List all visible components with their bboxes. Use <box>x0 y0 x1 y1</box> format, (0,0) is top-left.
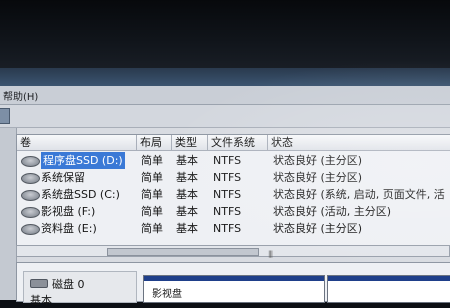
menu-bar: 帮助(H) <box>0 86 450 105</box>
volume-filesystem: NTFS <box>213 154 242 167</box>
volume-status: 状态良好 (主分区) <box>273 222 363 235</box>
disk-drive-icon <box>21 207 40 218</box>
toolbar-back-icon[interactable] <box>0 108 10 124</box>
volume-layout: 简单 <box>141 188 163 201</box>
volume-type: 基本 <box>176 188 198 201</box>
monitor-bezel <box>0 0 450 72</box>
column-header-filesystem[interactable]: 文件系统 <box>208 135 268 151</box>
partition-label: 影视盘 <box>152 289 182 300</box>
disk-0-card[interactable]: 磁盘 0 基本 <box>23 271 137 307</box>
partition-block[interactable] <box>327 275 450 303</box>
left-frame <box>0 128 17 300</box>
volume-name: 资料盘 (E:) <box>41 222 97 235</box>
disk-type: 基本 <box>30 294 52 307</box>
volume-filesystem: NTFS <box>213 205 242 218</box>
volume-list: 卷 布局 类型 文件系统 状态 程序盘SSD (D:) 简单 基本 NTFS 状… <box>16 134 450 246</box>
toolbar <box>0 105 450 128</box>
volume-name: 系统盘SSD (C:) <box>41 188 120 201</box>
partition-block[interactable]: 影视盘 <box>143 275 325 303</box>
hard-disk-icon <box>30 279 48 288</box>
volume-layout: 简单 <box>141 171 163 184</box>
volume-status: 状态良好 (主分区) <box>273 154 363 167</box>
volume-layout: 简单 <box>141 205 163 218</box>
volume-layout: 简单 <box>141 222 163 235</box>
volume-name: 系统保留 <box>41 171 85 184</box>
volume-filesystem: NTFS <box>213 222 242 235</box>
volume-filesystem: NTFS <box>213 171 242 184</box>
horizontal-scrollbar[interactable]: ||| <box>16 245 450 258</box>
volume-type: 基本 <box>176 205 198 218</box>
scrollbar-grip: ||| <box>268 250 273 258</box>
partition-stripe <box>328 276 450 281</box>
volume-row[interactable]: 资料盘 (E:) 简单 基本 NTFS 状态良好 (主分区) <box>17 220 450 237</box>
scrollbar-thumb[interactable]: ||| <box>107 248 273 258</box>
disk-drive-icon <box>21 173 40 184</box>
menu-help[interactable]: 帮助(H) <box>3 88 38 103</box>
volume-status: 状态良好 (系统, 启动, 页面文件, 活 <box>273 188 445 201</box>
volume-type: 基本 <box>176 222 198 235</box>
column-header-volume[interactable]: 卷 <box>17 135 137 151</box>
volume-status: 状态良好 (活动, 主分区) <box>273 205 392 218</box>
volume-row[interactable]: 系统盘SSD (C:) 简单 基本 NTFS 状态良好 (系统, 启动, 页面文… <box>17 186 450 203</box>
volume-name: 影视盘 (F:) <box>41 205 96 218</box>
column-header-layout[interactable]: 布局 <box>137 135 172 151</box>
volume-row[interactable]: 影视盘 (F:) 简单 基本 NTFS 状态良好 (活动, 主分区) <box>17 203 450 220</box>
volume-row[interactable]: 程序盘SSD (D:) 简单 基本 NTFS 状态良好 (主分区) <box>17 152 450 169</box>
disk-label: 磁盘 0 <box>52 278 85 291</box>
volume-filesystem: NTFS <box>213 188 242 201</box>
partition-stripe <box>144 276 324 281</box>
volume-status: 状态良好 (主分区) <box>273 171 363 184</box>
disk-drive-icon <box>21 190 40 201</box>
volume-layout: 简单 <box>141 154 163 167</box>
disk-map-pane: 磁盘 0 基本 影视盘 <box>16 262 450 307</box>
disk-drive-icon <box>21 224 40 235</box>
column-header-type[interactable]: 类型 <box>172 135 208 151</box>
window-title-bar <box>0 68 450 86</box>
volume-name: 程序盘SSD (D:) <box>41 152 125 169</box>
volume-type: 基本 <box>176 171 198 184</box>
column-header-status[interactable]: 状态 <box>268 135 450 151</box>
volume-type: 基本 <box>176 154 198 167</box>
disk-drive-icon <box>21 156 40 167</box>
volume-row[interactable]: 系统保留 简单 基本 NTFS 状态良好 (主分区) <box>17 169 450 186</box>
